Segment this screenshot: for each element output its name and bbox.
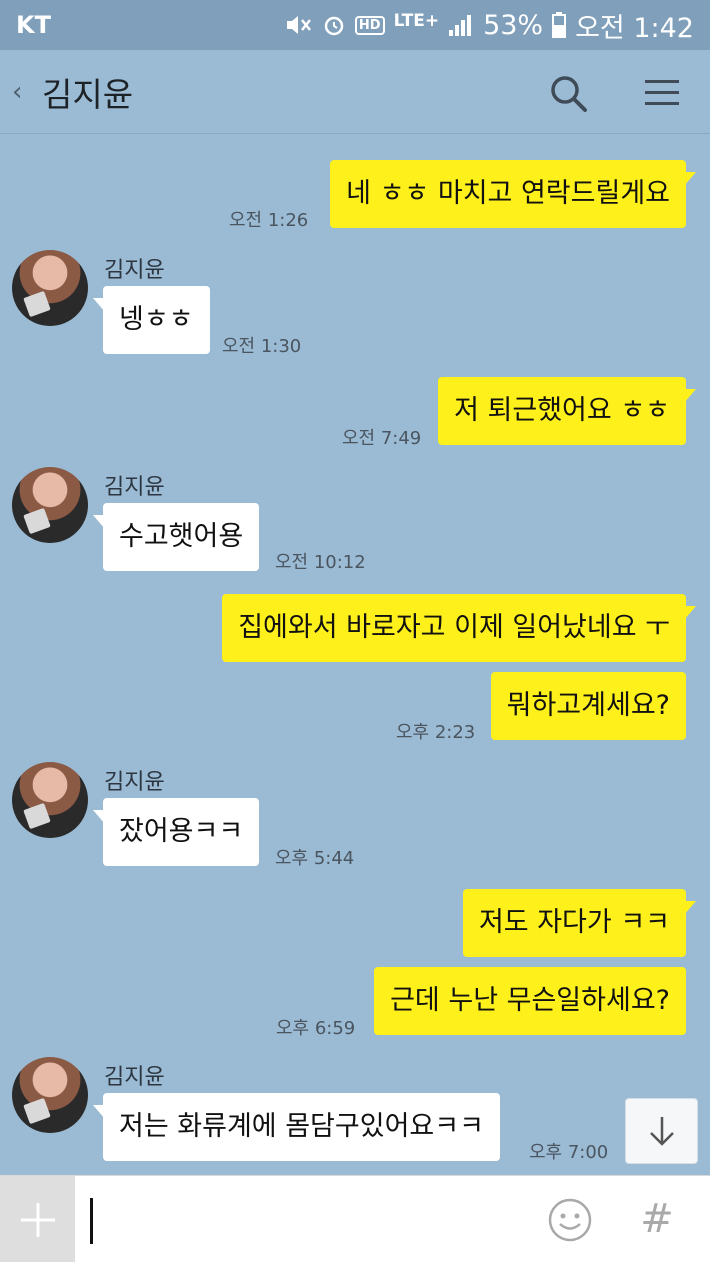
text-caret bbox=[90, 1198, 93, 1244]
message-time: 오후 5:44 bbox=[275, 848, 355, 869]
chat-title: 김지윤 bbox=[42, 74, 134, 114]
their-message-bubble[interactable]: 잤어용ㅋㅋ bbox=[92, 798, 260, 866]
avatar[interactable] bbox=[12, 250, 88, 326]
plus-icon bbox=[20, 1202, 55, 1237]
clock: 오전 1:42 bbox=[575, 12, 694, 44]
emoticon-button[interactable] bbox=[545, 1195, 595, 1245]
sender-name: 김지윤 bbox=[104, 1065, 165, 1090]
message-input[interactable] bbox=[84, 1192, 524, 1248]
back-button[interactable]: ‹ bbox=[12, 77, 42, 107]
sender-name: 김지윤 bbox=[104, 258, 165, 283]
mute-icon bbox=[283, 12, 313, 38]
battery-percent: 53% bbox=[483, 9, 544, 41]
hashtag-button[interactable]: # bbox=[632, 1194, 682, 1244]
attach-button[interactable] bbox=[0, 1176, 75, 1262]
message-time: 오전 1:26 bbox=[229, 210, 309, 231]
search-icon bbox=[551, 76, 587, 112]
chat-header: ‹ 김지윤 bbox=[0, 50, 710, 134]
message-time: 오후 6:59 bbox=[276, 1018, 356, 1039]
message-time: 오전 1:30 bbox=[222, 336, 302, 357]
my-message-bubble[interactable]: 집에와서 바로자고 이제 일어났네요 ㅜ bbox=[222, 594, 696, 662]
my-message-bubble[interactable]: 저 퇴근했어요 ㅎㅎ bbox=[438, 377, 696, 445]
my-message-bubble[interactable]: 뭐하고계세요? bbox=[490, 672, 686, 740]
their-message-bubble[interactable]: 저는 화류계에 몸담구있어요ㅋㅋ bbox=[93, 1093, 500, 1161]
search-button[interactable] bbox=[543, 68, 593, 118]
avatar[interactable] bbox=[12, 467, 88, 543]
their-message-bubble[interactable]: 넹ㅎㅎ bbox=[93, 286, 210, 354]
my-message-bubble[interactable]: 저도 자다가 ㅋㅋ bbox=[462, 889, 697, 957]
my-message-bubble[interactable]: 네 ㅎㅎ 마치고 연락드릴게요 bbox=[330, 160, 696, 228]
status-icons: HD LTE+ 53% 오전 1:42 bbox=[283, 6, 694, 45]
avatar[interactable] bbox=[12, 762, 88, 838]
carrier-label: KT bbox=[16, 11, 51, 39]
message-time: 오전 10:12 bbox=[275, 552, 366, 573]
message-time: 오후 2:23 bbox=[396, 722, 476, 743]
message-input-bar: # bbox=[0, 1175, 710, 1262]
sender-name: 김지윤 bbox=[104, 475, 165, 500]
scroll-to-bottom-button[interactable] bbox=[625, 1098, 698, 1164]
sender-name: 김지윤 bbox=[104, 770, 165, 795]
status-bar: KT HD LTE+ 53% 오전 1:42 bbox=[0, 0, 710, 50]
hd-icon: HD bbox=[354, 15, 385, 35]
their-message-bubble[interactable]: 수고햇어용 bbox=[92, 503, 260, 571]
menu-button[interactable] bbox=[637, 68, 687, 118]
arrow-down-icon bbox=[649, 1117, 674, 1146]
menu-icon bbox=[645, 80, 679, 105]
message-time: 오후 7:00 bbox=[529, 1142, 609, 1163]
avatar[interactable] bbox=[12, 1057, 88, 1133]
my-message-bubble[interactable]: 근데 누난 무슨일하세요? bbox=[374, 967, 686, 1035]
signal-icon bbox=[448, 13, 474, 37]
lte-icon: LTE+ bbox=[393, 10, 440, 31]
smiley-icon bbox=[548, 1198, 592, 1242]
alarm-icon bbox=[322, 13, 346, 37]
battery-icon bbox=[552, 12, 567, 38]
message-time: 오전 7:49 bbox=[342, 428, 422, 449]
